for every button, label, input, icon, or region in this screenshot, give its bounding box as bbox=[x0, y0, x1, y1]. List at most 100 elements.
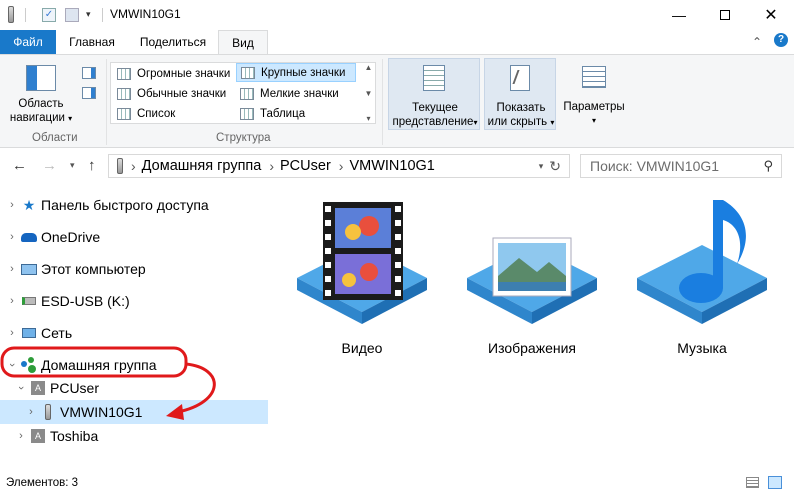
search-icon[interactable]: ⚲ bbox=[763, 158, 773, 174]
navigation-pane: › ★ Панель быстрого доступа › OneDrive ›… bbox=[0, 182, 268, 472]
list-icon bbox=[117, 107, 131, 120]
up-icon[interactable]: ↑ bbox=[88, 157, 96, 174]
nav-label: Сеть bbox=[41, 325, 73, 341]
computer-icon bbox=[21, 261, 37, 277]
options-label: Параметры ▾ bbox=[563, 101, 625, 125]
new-folder-icon[interactable] bbox=[65, 8, 79, 22]
nav-item-onedrive[interactable]: › OneDrive bbox=[0, 225, 268, 249]
layout-large-icons[interactable]: Крупные значки bbox=[236, 63, 356, 82]
refresh-icon[interactable]: ↻ bbox=[549, 158, 561, 175]
group-separator bbox=[382, 59, 383, 145]
minimize-button[interactable]: — bbox=[656, 0, 702, 30]
expand-chevron-icon[interactable]: › bbox=[14, 430, 28, 442]
search-placeholder: Поиск: VMWIN10G1 bbox=[590, 158, 720, 174]
details-view-icon[interactable] bbox=[746, 477, 759, 488]
breadcrumb-pcuser[interactable]: PCUser bbox=[280, 158, 331, 174]
expand-chevron-icon[interactable]: › bbox=[5, 199, 19, 211]
annotation-arrowhead bbox=[166, 404, 184, 420]
divider bbox=[25, 8, 26, 22]
folder-label: Видео bbox=[341, 340, 383, 356]
nav-item-usb[interactable]: › ESD-USB (K:) bbox=[0, 289, 268, 313]
layout-gallery: Огромные значки Крупные значки Обычные з… bbox=[110, 62, 376, 124]
expand-chevron-icon[interactable]: › bbox=[5, 295, 19, 307]
preview-pane-icon[interactable] bbox=[82, 67, 96, 79]
ribbon-tabs: Файл Главная Поделиться Вид ⌃ ? bbox=[0, 30, 794, 55]
huge-icons-icon bbox=[117, 67, 131, 80]
layout-table[interactable]: Таблица bbox=[236, 104, 356, 123]
search-input[interactable]: Поиск: VMWIN10G1 ⚲ bbox=[580, 154, 782, 178]
nav-label: Toshiba bbox=[50, 428, 99, 444]
breadcrumb-separator-icon[interactable]: › bbox=[339, 158, 344, 174]
details-pane-icon[interactable] bbox=[82, 87, 96, 99]
recent-locations-icon[interactable]: ▾ bbox=[70, 160, 75, 171]
folder-label: Изображения bbox=[488, 340, 576, 356]
tab-view[interactable]: Вид bbox=[218, 30, 268, 55]
scroll-down-icon[interactable]: ▼ bbox=[365, 89, 373, 98]
address-history-icon[interactable]: ▾ bbox=[539, 161, 544, 172]
expand-chevron-icon[interactable]: › bbox=[5, 263, 19, 275]
close-button[interactable]: ✕ bbox=[748, 0, 794, 30]
back-icon[interactable]: ← bbox=[12, 157, 27, 174]
video-folder-icon bbox=[297, 202, 427, 324]
navigation-pane-label: Область навигации ▾ bbox=[9, 98, 73, 124]
tab-file[interactable]: Файл bbox=[0, 30, 56, 54]
title-bar: ✓ ▾ VMWIN10G1 — ✕ bbox=[0, 0, 794, 30]
properties-icon[interactable]: ✓ bbox=[42, 8, 56, 22]
quick-access-toolbar-dropdown-icon[interactable]: ▾ bbox=[86, 9, 91, 20]
layout-list[interactable]: Список bbox=[113, 104, 235, 123]
folder-music[interactable]: Музыка bbox=[637, 190, 767, 370]
layout-huge-icons[interactable]: Огромные значки bbox=[113, 64, 235, 83]
status-bar: Элементов: 3 bbox=[0, 472, 794, 494]
maximize-button[interactable] bbox=[702, 0, 748, 30]
divider bbox=[102, 8, 103, 22]
nav-item-quick-access[interactable]: › ★ Панель быстрого доступа bbox=[0, 193, 268, 217]
breadcrumb-separator-icon[interactable]: › bbox=[131, 158, 136, 174]
nav-label: OneDrive bbox=[41, 229, 101, 245]
layout-gallery-scroll[interactable]: ▲ ▼ ▾ bbox=[361, 63, 376, 123]
options-icon bbox=[582, 66, 606, 88]
expand-chevron-icon[interactable]: › bbox=[5, 231, 19, 243]
address-row: ← → ▾ ↑ › Домашняя группа › PCUser › VMW… bbox=[0, 148, 794, 182]
help-icon[interactable]: ? bbox=[774, 33, 788, 47]
folder-label: Музыка bbox=[677, 340, 727, 356]
small-icons-icon bbox=[240, 87, 254, 100]
forward-icon[interactable]: → bbox=[42, 157, 57, 174]
expand-chevron-icon[interactable]: › bbox=[5, 327, 19, 339]
layout-small-icons[interactable]: Мелкие значки bbox=[236, 84, 356, 103]
navigation-pane-button[interactable]: Область навигации ▾ bbox=[8, 59, 72, 125]
layout-medium-icons[interactable]: Обычные значки bbox=[113, 84, 235, 103]
collapse-ribbon-icon[interactable]: ⌃ bbox=[752, 35, 762, 49]
group-separator bbox=[106, 59, 107, 145]
large-icons-view-icon[interactable] bbox=[768, 476, 782, 489]
tab-home[interactable]: Главная bbox=[56, 30, 128, 54]
pictures-folder-icon bbox=[467, 237, 597, 324]
table-icon bbox=[240, 107, 254, 120]
more-icon[interactable]: ▾ bbox=[366, 114, 370, 123]
breadcrumb-homegroup[interactable]: Домашняя группа bbox=[142, 158, 262, 174]
scroll-up-icon[interactable]: ▲ bbox=[365, 63, 373, 72]
folder-pictures[interactable]: Изображения bbox=[467, 190, 597, 370]
navigation-pane-icon bbox=[26, 65, 56, 91]
nav-item-toshiba[interactable]: › A Toshiba bbox=[0, 424, 268, 448]
tab-share[interactable]: Поделиться bbox=[128, 30, 218, 54]
network-icon bbox=[21, 325, 37, 341]
options-button[interactable]: Параметры ▾ bbox=[558, 58, 630, 130]
group-label-panes: Области bbox=[32, 132, 78, 144]
nav-item-this-pc[interactable]: › Этот компьютер bbox=[0, 257, 268, 281]
breadcrumb-vmwin[interactable]: VMWIN10G1 bbox=[349, 158, 434, 174]
show-hide-button[interactable]: Показать или скрыть ▾ bbox=[484, 58, 556, 130]
folder-video[interactable]: Видео bbox=[297, 190, 427, 370]
show-hide-icon bbox=[510, 65, 530, 91]
breadcrumb-separator-icon[interactable]: › bbox=[269, 158, 274, 174]
music-folder-icon bbox=[637, 200, 767, 324]
group-label-layout: Структура bbox=[216, 132, 271, 144]
usb-drive-icon bbox=[21, 293, 37, 309]
window-title: VMWIN10G1 bbox=[110, 7, 181, 21]
current-view-icon bbox=[423, 65, 445, 91]
nav-label: Панель быстрого доступа bbox=[41, 197, 209, 213]
nav-label: Этот компьютер bbox=[41, 261, 146, 277]
address-bar[interactable]: › Домашняя группа › PCUser › VMWIN10G1 ▾… bbox=[108, 154, 570, 178]
usb-drive-icon bbox=[117, 158, 123, 174]
user-avatar-icon: A bbox=[30, 428, 46, 444]
current-view-button[interactable]: Текущее представление▾ bbox=[388, 58, 480, 130]
